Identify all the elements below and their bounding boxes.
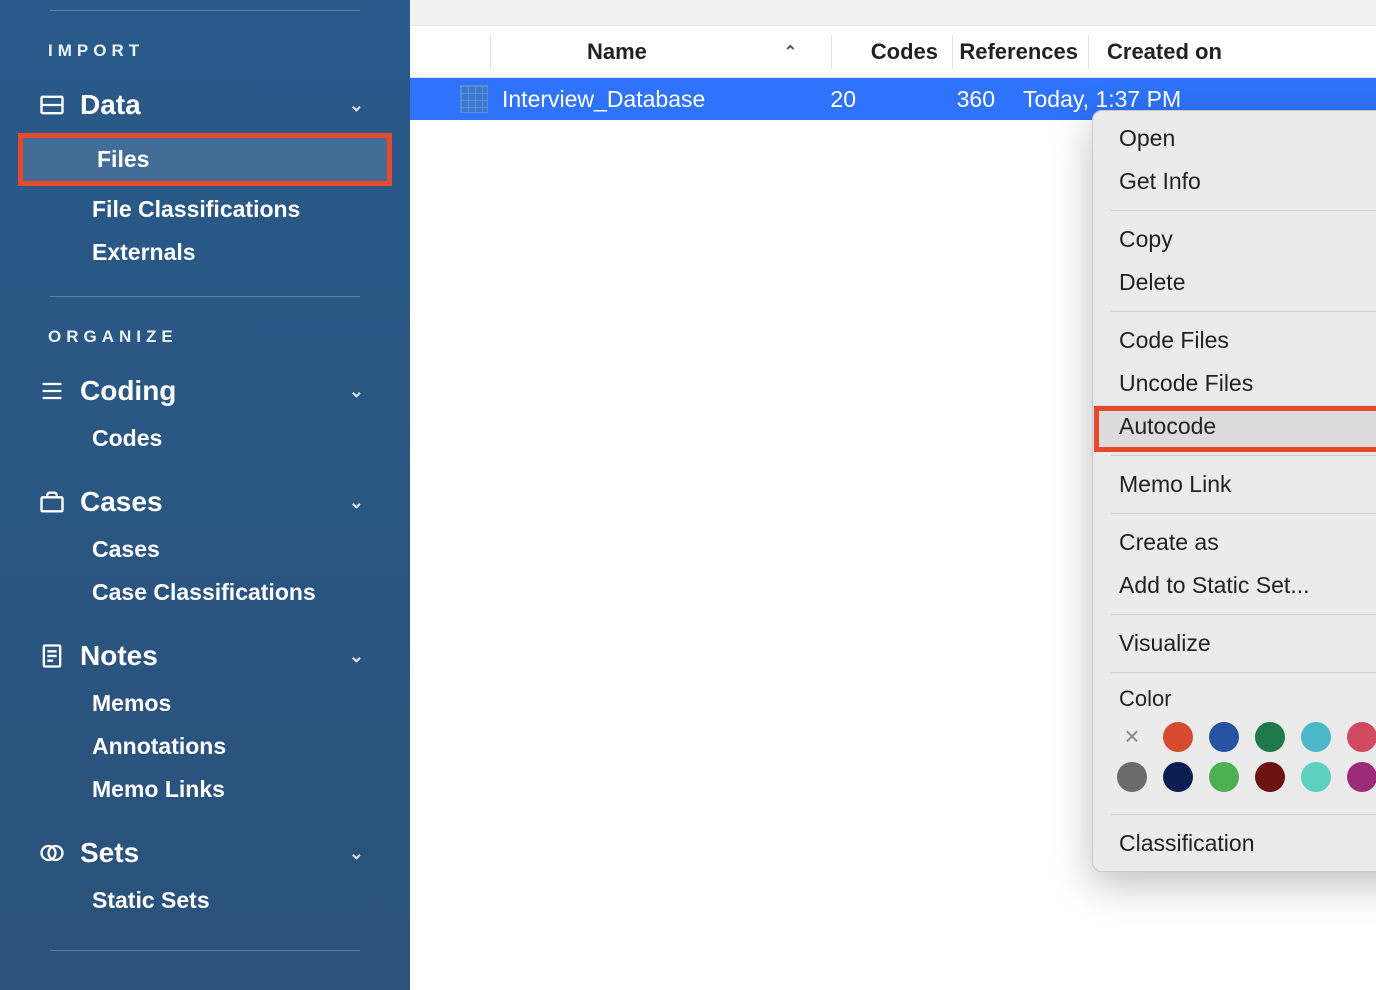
menu-get-info[interactable]: Get Info: [1093, 160, 1376, 203]
section-label-import: IMPORT: [0, 11, 410, 79]
nav-item-annotations[interactable]: Annotations: [0, 725, 410, 768]
color-swatch[interactable]: [1117, 762, 1147, 792]
highlight-files: Files: [18, 133, 392, 186]
color-swatch[interactable]: [1255, 722, 1285, 752]
nav-group-cases[interactable]: Cases ⌄: [0, 476, 410, 528]
coding-icon: [38, 377, 80, 405]
menu-delete[interactable]: Delete: [1093, 261, 1376, 304]
color-swatch[interactable]: [1347, 762, 1376, 792]
nav-group-label: Notes: [80, 640, 158, 672]
color-swatch[interactable]: [1255, 762, 1285, 792]
nav-group-sets[interactable]: Sets ⌄: [0, 827, 410, 879]
nav-item-memos[interactable]: Memos: [0, 682, 410, 725]
color-swatch[interactable]: [1209, 722, 1239, 752]
sidebar-divider: [50, 950, 360, 951]
cases-icon: [38, 488, 80, 516]
row-refs: 360: [870, 86, 1005, 113]
menu-copy[interactable]: Copy: [1093, 218, 1376, 261]
table-header: Name ⌃ Codes References Created on: [410, 26, 1376, 78]
notes-icon: [38, 642, 80, 670]
menu-memo-link[interactable]: Memo Link›: [1093, 463, 1376, 506]
color-swatch[interactable]: [1163, 722, 1193, 752]
context-menu: Open Get Info Copy Delete Code Files› Un…: [1092, 110, 1376, 872]
color-swatch[interactable]: [1163, 762, 1193, 792]
nav-item-codes[interactable]: Codes: [0, 417, 410, 460]
section-label-organize: ORGANIZE: [0, 297, 410, 365]
row-codes: 20: [750, 86, 870, 113]
color-swatch[interactable]: [1301, 762, 1331, 792]
nav-item-files[interactable]: Files: [23, 138, 387, 181]
nav-item-cases[interactable]: Cases: [0, 528, 410, 571]
column-header-name[interactable]: Name ⌃: [491, 39, 831, 65]
nav-item-memo-links[interactable]: Memo Links: [0, 768, 410, 811]
menu-autocode[interactable]: Autocode›: [1093, 405, 1376, 448]
menu-separator: [1111, 455, 1376, 456]
chevron-down-icon: ⌄: [349, 646, 364, 667]
nav-group-label: Data: [80, 89, 141, 121]
color-swatches: ×: [1093, 716, 1376, 807]
nav-item-case-classifications[interactable]: Case Classifications: [0, 571, 410, 614]
data-icon: [38, 91, 80, 119]
nav-item-static-sets[interactable]: Static Sets: [0, 879, 410, 922]
row-name-text: Interview_Database: [502, 86, 705, 113]
menu-classification[interactable]: Classification›: [1093, 822, 1376, 865]
menu-code-files[interactable]: Code Files›: [1093, 319, 1376, 362]
menu-create-as[interactable]: Create as›: [1093, 521, 1376, 564]
sidebar: IMPORT Data ⌄ Files File Classifications…: [0, 0, 410, 990]
nav-group-data[interactable]: Data ⌄: [0, 79, 410, 131]
menu-add-static-set[interactable]: Add to Static Set...: [1093, 564, 1376, 607]
menu-visualize[interactable]: Visualize›: [1093, 622, 1376, 665]
dataset-icon: [460, 85, 488, 113]
chevron-down-icon: ⌄: [349, 843, 364, 864]
chevron-down-icon: ⌄: [349, 381, 364, 402]
menu-separator: [1111, 210, 1376, 211]
color-swatch[interactable]: [1301, 722, 1331, 752]
nav-group-notes[interactable]: Notes ⌄: [0, 630, 410, 682]
nav-item-file-classifications[interactable]: File Classifications: [0, 188, 410, 231]
column-header-codes[interactable]: Codes: [832, 39, 952, 65]
color-swatch[interactable]: [1347, 722, 1376, 752]
nav-item-externals[interactable]: Externals: [0, 231, 410, 274]
column-header-created[interactable]: Created on: [1089, 39, 1376, 65]
sets-icon: [38, 839, 80, 867]
nav-group-label: Cases: [80, 486, 163, 518]
chevron-down-icon: ⌄: [349, 95, 364, 116]
row-created: Today, 1:37 PM: [1005, 86, 1376, 113]
sort-asc-icon: ⌃: [784, 42, 797, 62]
menu-open[interactable]: Open: [1093, 117, 1376, 160]
nav-group-label: Coding: [80, 375, 176, 407]
menu-color-label: Color: [1093, 680, 1376, 716]
nav-group-coding[interactable]: Coding ⌄: [0, 365, 410, 417]
menu-separator: [1111, 614, 1376, 615]
color-none[interactable]: ×: [1117, 721, 1147, 752]
menu-separator: [1111, 311, 1376, 312]
menu-separator: [1111, 513, 1376, 514]
nav-group-label: Sets: [80, 837, 139, 869]
chevron-down-icon: ⌄: [349, 492, 364, 513]
menu-separator: [1111, 814, 1376, 815]
menu-uncode-files[interactable]: Uncode Files›: [1093, 362, 1376, 405]
menu-separator: [1111, 672, 1376, 673]
top-strip: [410, 0, 1376, 26]
main-pane: Name ⌃ Codes References Created on Inter…: [410, 0, 1376, 990]
column-header-references[interactable]: References: [953, 39, 1088, 65]
color-swatch[interactable]: [1209, 762, 1239, 792]
